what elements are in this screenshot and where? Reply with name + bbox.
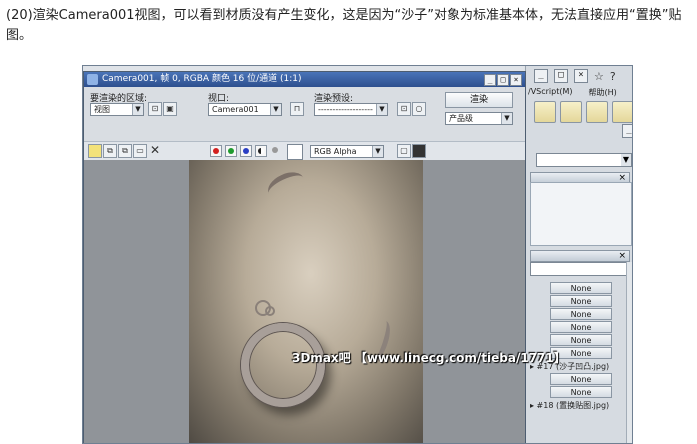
map-slot-button[interactable]: None xyxy=(550,321,612,333)
maximize-icon[interactable]: □ xyxy=(554,69,568,83)
mono-toggle[interactable] xyxy=(270,145,282,157)
display-toggle-icon[interactable]: ▢ xyxy=(397,144,411,158)
frame-toolbar: ⧉ ⧉ ▭ ✕ RGB Alpha ▼ ▢ xyxy=(84,141,525,161)
small-ring-link xyxy=(265,306,275,316)
area-select[interactable]: 视图 ▼ xyxy=(90,103,144,116)
blue-channel-toggle[interactable] xyxy=(240,145,252,157)
star-icon[interactable]: ☆ xyxy=(594,70,604,83)
edit-region-icon[interactable]: ⊡ xyxy=(148,102,162,116)
monitor-icon[interactable] xyxy=(412,144,426,158)
clear-icon[interactable]: ✕ xyxy=(148,144,162,158)
minimize-icon[interactable]: _ xyxy=(534,69,548,83)
map-slot-button[interactable]: None xyxy=(550,334,612,346)
render-window-title: Camera001, 帧 0, RGBA 颜色 16 位/通道 (1:1) xyxy=(102,74,302,84)
watermark: 3Dmax吧 【www.linecg.com/tieba/1771】 xyxy=(292,351,566,365)
maximize-icon[interactable]: □ xyxy=(497,74,509,86)
chevron-down-icon: ▼ xyxy=(621,154,631,166)
render-setup-icon[interactable]: ⊡ xyxy=(397,102,411,116)
copy-icon[interactable]: ⧉ xyxy=(103,144,117,158)
menu-item-help[interactable]: 帮助(H) xyxy=(589,87,617,98)
panel-window-controls: _ × xyxy=(622,124,632,138)
menu-item-maxscript[interactable]: /VScript(M) xyxy=(528,87,573,98)
green-channel-toggle[interactable] xyxy=(225,145,237,157)
channel-value: RGB Alpha xyxy=(314,147,357,156)
chevron-down-icon: ▼ xyxy=(372,146,383,157)
material-type-dropdown[interactable]: ▼ xyxy=(536,153,632,167)
quality-select[interactable]: 产品级 ▼ xyxy=(445,112,513,125)
save-icon[interactable] xyxy=(88,144,102,158)
maps-rollout-header[interactable]: × xyxy=(530,250,630,262)
displacement-map-slot[interactable]: ▸ #18 (置换贴图.jpg) xyxy=(530,401,609,410)
material-sample-icon[interactable] xyxy=(534,101,556,123)
material-teapot2-icon[interactable] xyxy=(612,101,632,123)
map-slot-button[interactable]: None xyxy=(550,295,612,307)
viewport-select[interactable]: Camera001 ▼ xyxy=(208,103,282,116)
screenshot: _ □ × ☆ ? /VScript(M) 帮助(H) _ × ▼ × × No… xyxy=(82,65,633,444)
preset-value: ------------------- xyxy=(318,105,373,114)
render-viewport xyxy=(84,160,525,443)
chevron-down-icon: ▼ xyxy=(376,104,387,115)
material-teapot-icon[interactable] xyxy=(560,101,582,123)
panel-scrollbar[interactable] xyxy=(626,262,632,443)
render-button[interactable]: 渲染 xyxy=(445,92,513,108)
close-icon[interactable]: × xyxy=(574,69,588,83)
close-icon[interactable]: × xyxy=(510,74,522,86)
rollout-pane xyxy=(530,182,632,246)
quality-value: 产品级 xyxy=(449,114,473,123)
help-icon[interactable]: ? xyxy=(610,70,616,83)
map-slot-button[interactable]: None xyxy=(550,308,612,320)
chevron-down-icon: ▼ xyxy=(501,113,512,124)
menu-bar: /VScript(M) 帮助(H) xyxy=(528,87,617,98)
render-window-titlebar: Camera001, 帧 0, RGBA 颜色 16 位/通道 (1:1) _ … xyxy=(84,72,525,87)
minimize-icon[interactable]: _ xyxy=(622,124,632,138)
channel-select[interactable]: RGB Alpha ▼ xyxy=(310,145,384,158)
rendered-image xyxy=(189,160,423,443)
command-panel: _ □ × ☆ ? /VScript(M) 帮助(H) _ × ▼ × × No… xyxy=(525,66,632,443)
chevron-down-icon: ▼ xyxy=(270,104,281,115)
ring-fragment-top xyxy=(263,167,309,204)
map-slot-button[interactable]: None xyxy=(550,386,612,398)
mono-icon xyxy=(272,147,278,153)
alpha-channel-icon xyxy=(258,148,264,154)
auto-region-icon[interactable]: ▣ xyxy=(163,102,177,116)
map-slot-button[interactable]: None xyxy=(550,373,612,385)
map-slot-button[interactable]: None xyxy=(550,282,612,294)
print-icon[interactable]: ▭ xyxy=(133,144,147,158)
material-cube-icon[interactable] xyxy=(586,101,608,123)
blue-channel-icon xyxy=(243,148,249,154)
render-window-controls: _ □ × xyxy=(484,74,522,86)
rendered-frame-window: Camera001, 帧 0, RGBA 颜色 16 位/通道 (1:1) _ … xyxy=(83,71,526,443)
area-value: 视图 xyxy=(94,105,110,114)
maps-list: None None None None None None ▸ #17 (沙子凹… xyxy=(530,262,630,412)
chevron-down-icon: ▼ xyxy=(132,104,143,115)
red-channel-icon xyxy=(213,148,219,154)
teapot-icon xyxy=(87,74,98,85)
main-toolbar: _ □ × ☆ ? xyxy=(534,68,616,84)
red-channel-toggle[interactable] xyxy=(210,145,222,157)
viewport-value: Camera001 xyxy=(212,105,259,114)
lock-icon[interactable]: ⊓ xyxy=(290,102,304,116)
minimize-icon[interactable]: _ xyxy=(484,74,496,86)
clone-icon[interactable]: ⧉ xyxy=(118,144,132,158)
environment-icon[interactable]: ○ xyxy=(412,102,426,116)
alpha-channel-toggle[interactable] xyxy=(255,145,267,157)
step-caption: (20)渲染Camera001视图，可以看到材质没有产生变化，这是因为“沙子”对… xyxy=(6,8,682,43)
green-channel-icon xyxy=(228,148,234,154)
maps-amount-field[interactable] xyxy=(530,262,630,276)
material-toolbar xyxy=(534,101,632,123)
color-swatch[interactable] xyxy=(287,144,303,160)
preset-select[interactable]: ------------------- ▼ xyxy=(314,103,388,116)
